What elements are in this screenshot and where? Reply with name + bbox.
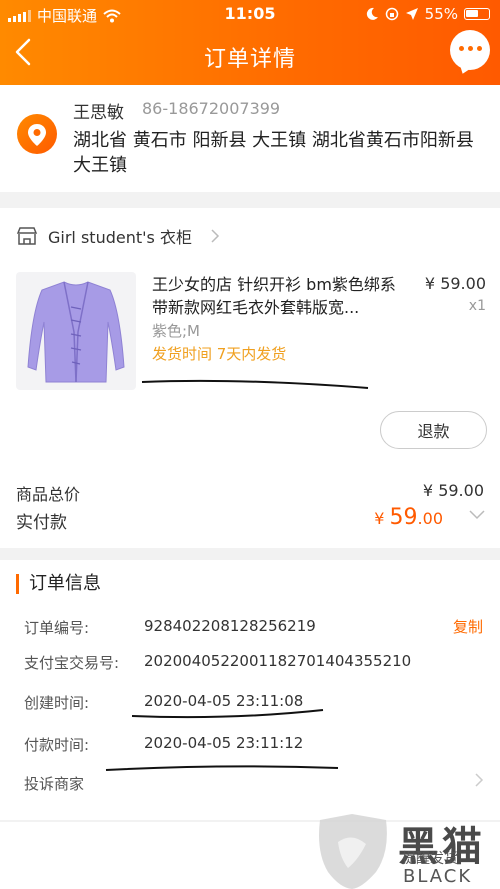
battery-percent: 55% xyxy=(424,5,458,23)
shop-link[interactable]: Girl student's 衣柜 xyxy=(16,224,220,248)
recipient-address: 湖北省 黄石市 阳新县 大王镇 湖北省黄石市阳新县大王镇 xyxy=(73,130,474,176)
more-dots-icon xyxy=(450,46,490,51)
product-title[interactable]: 王少女的店 针织开衫 bm紫色绑系带新款网红毛衣外套韩版宽... xyxy=(152,273,407,319)
complain-merchant[interactable]: 投诉商家 xyxy=(24,773,84,794)
paid-amount: ¥ 59.00 xyxy=(374,505,443,530)
goods-total-label: 商品总价 xyxy=(16,485,81,504)
recipient-phone: 86-18672007399 xyxy=(142,99,281,118)
alipay-trade-label: 支付宝交易号: xyxy=(24,654,120,672)
moon-icon xyxy=(366,7,378,20)
created-time-label: 创建时间: xyxy=(24,694,90,712)
location-pin-icon xyxy=(17,114,57,154)
more-menu-button[interactable] xyxy=(450,30,490,76)
paid-time-value: 2020-04-05 23:11:12 xyxy=(144,734,304,752)
shop-name: Girl student's 衣柜 xyxy=(48,228,192,247)
order-info-title: 订单信息 xyxy=(16,574,101,594)
product-price: ¥ 59.00 xyxy=(424,274,486,293)
cardigan-image xyxy=(27,281,125,383)
shipping-time: 发货时间 7天内发货 xyxy=(152,345,287,363)
product-image[interactable] xyxy=(16,272,136,390)
page-title: 订单详情 xyxy=(203,47,296,72)
remind-ship-button[interactable]: 提醒发货 xyxy=(402,848,458,868)
rotation-lock-icon xyxy=(385,7,398,21)
nav-bar: 订单详情 xyxy=(0,30,500,80)
battery-icon xyxy=(464,8,490,20)
handwritten-underline xyxy=(105,765,339,771)
chevron-down-icon[interactable] xyxy=(468,508,486,520)
chevron-right-icon[interactable] xyxy=(474,772,484,788)
handwritten-underline xyxy=(141,379,369,389)
order-number-label: 订单编号: xyxy=(24,619,90,637)
refund-button[interactable]: 退款 xyxy=(380,411,487,449)
copy-button[interactable]: 复制 xyxy=(453,616,483,637)
recipient-name: 王思敏 xyxy=(73,103,124,123)
chevron-right-icon xyxy=(211,229,220,243)
alipay-trade-value: 2020040522001182701404355210 xyxy=(144,652,412,670)
order-number-value: 928402208128256219 xyxy=(144,617,316,635)
location-arrow-icon xyxy=(405,8,418,20)
store-icon xyxy=(16,227,38,245)
status-bar: 中国联通 11:05 55% xyxy=(0,0,500,28)
paid-label: 实付款 xyxy=(16,513,67,533)
watermark-brand-en: BLACK CAT xyxy=(403,866,473,889)
handwritten-underline xyxy=(131,709,324,719)
header-bar: 中国联通 11:05 55% 订单详情 xyxy=(0,0,500,85)
product-quantity: x1 xyxy=(468,298,486,314)
paid-time-label: 付款时间: xyxy=(24,736,90,754)
goods-total-value: ¥ 59.00 xyxy=(422,481,484,500)
product-spec: 紫色;M xyxy=(152,322,200,340)
